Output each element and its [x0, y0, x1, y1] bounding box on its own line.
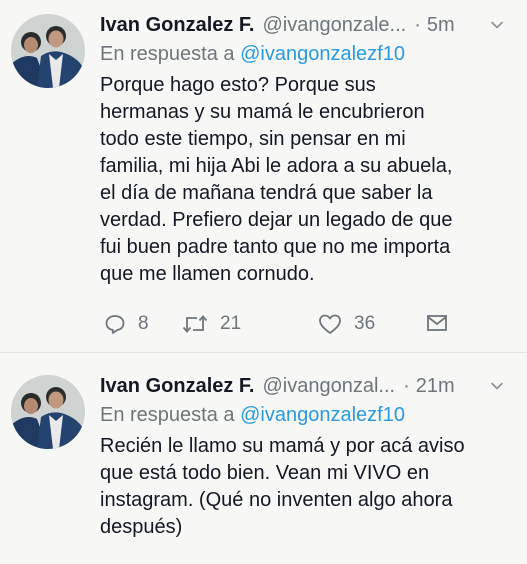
reply-prefix: En respuesta a [100, 404, 235, 426]
timestamp[interactable]: 5m [427, 14, 455, 37]
heart-icon [319, 314, 341, 334]
tweet-text: Porque hago esto? Porque sus hermanas y … [100, 72, 512, 288]
avatar[interactable] [11, 14, 85, 88]
reply-context: En respuesta a @ivangonzalezf10 [100, 404, 405, 427]
tweet-text-line: hermanas y su mamá le encubrieron [100, 101, 425, 123]
retweet-icon [182, 315, 208, 333]
tweet-text-line: Recién le llamo su mamá y por acá aviso [100, 435, 465, 457]
tweet-header: Ivan Gonzalez F. @ivangonzale... · 5m [100, 9, 517, 41]
tweet-actions: 8 21 36 [100, 313, 460, 343]
tweet-text-line: instagram. (Qué no inventen algo ahora [100, 489, 453, 511]
direct-message-button[interactable] [426, 313, 448, 333]
reply-mention-link[interactable]: @ivangonzalezf10 [240, 43, 405, 65]
tweet-text-line: todo este tiempo, sin pensar en mi [100, 128, 406, 150]
author-name[interactable]: Ivan Gonzalez F. [100, 14, 254, 37]
tweet-text-line: familia, mi hija Abi le adora a su abuel… [100, 155, 453, 177]
tweet[interactable]: Ivan Gonzalez F. @ivangonzal... · 21m En… [0, 353, 527, 564]
tweet-text-line: Porque hago esto? Porque sus [100, 74, 376, 96]
tweet-text-line: que está todo bien. Vean mi VIVO en [100, 462, 430, 484]
reply-icon [105, 315, 125, 334]
envelope-icon [427, 315, 447, 331]
reply-button[interactable]: 8 [104, 313, 149, 335]
tweet-text-line: el día de mañana tendrá que saber la [100, 182, 433, 204]
timestamp[interactable]: 21m [416, 375, 455, 398]
avatar-photo [11, 14, 85, 88]
chevron-down-icon[interactable] [489, 378, 505, 394]
separator-dot: · [414, 13, 421, 36]
author-name[interactable]: Ivan Gonzalez F. [100, 375, 254, 398]
reply-context: En respuesta a @ivangonzalezf10 [100, 43, 405, 66]
tweet[interactable]: Ivan Gonzalez F. @ivangonzale... · 5m En… [0, 0, 527, 352]
like-button[interactable]: 36 [318, 313, 375, 335]
retweet-count: 21 [220, 313, 242, 334]
tweet-text-line: que me llamen cornudo. [100, 263, 315, 285]
tweet-header: Ivan Gonzalez F. @ivangonzal... · 21m [100, 370, 517, 402]
tweet-text-line: después) [100, 516, 183, 538]
retweet-button[interactable]: 21 [182, 313, 241, 335]
tweet-text-line: fui buen padre tanto que no me importa [100, 236, 451, 258]
avatar[interactable] [11, 375, 85, 449]
reply-prefix: En respuesta a [100, 43, 235, 65]
author-handle[interactable]: @ivangonzal... [262, 375, 395, 398]
separator-dot: · [403, 374, 410, 397]
tweet-text-line: verdad. Prefiero dejar un legado de que [100, 209, 453, 231]
like-count: 36 [354, 313, 376, 334]
author-handle[interactable]: @ivangonzale... [262, 14, 406, 37]
avatar-photo [11, 375, 85, 449]
reply-mention-link[interactable]: @ivangonzalezf10 [240, 404, 405, 426]
tweet-text: Recién le llamo su mamá y por acá aviso … [100, 433, 512, 541]
reply-count: 8 [138, 313, 149, 334]
chevron-down-icon[interactable] [489, 17, 505, 33]
